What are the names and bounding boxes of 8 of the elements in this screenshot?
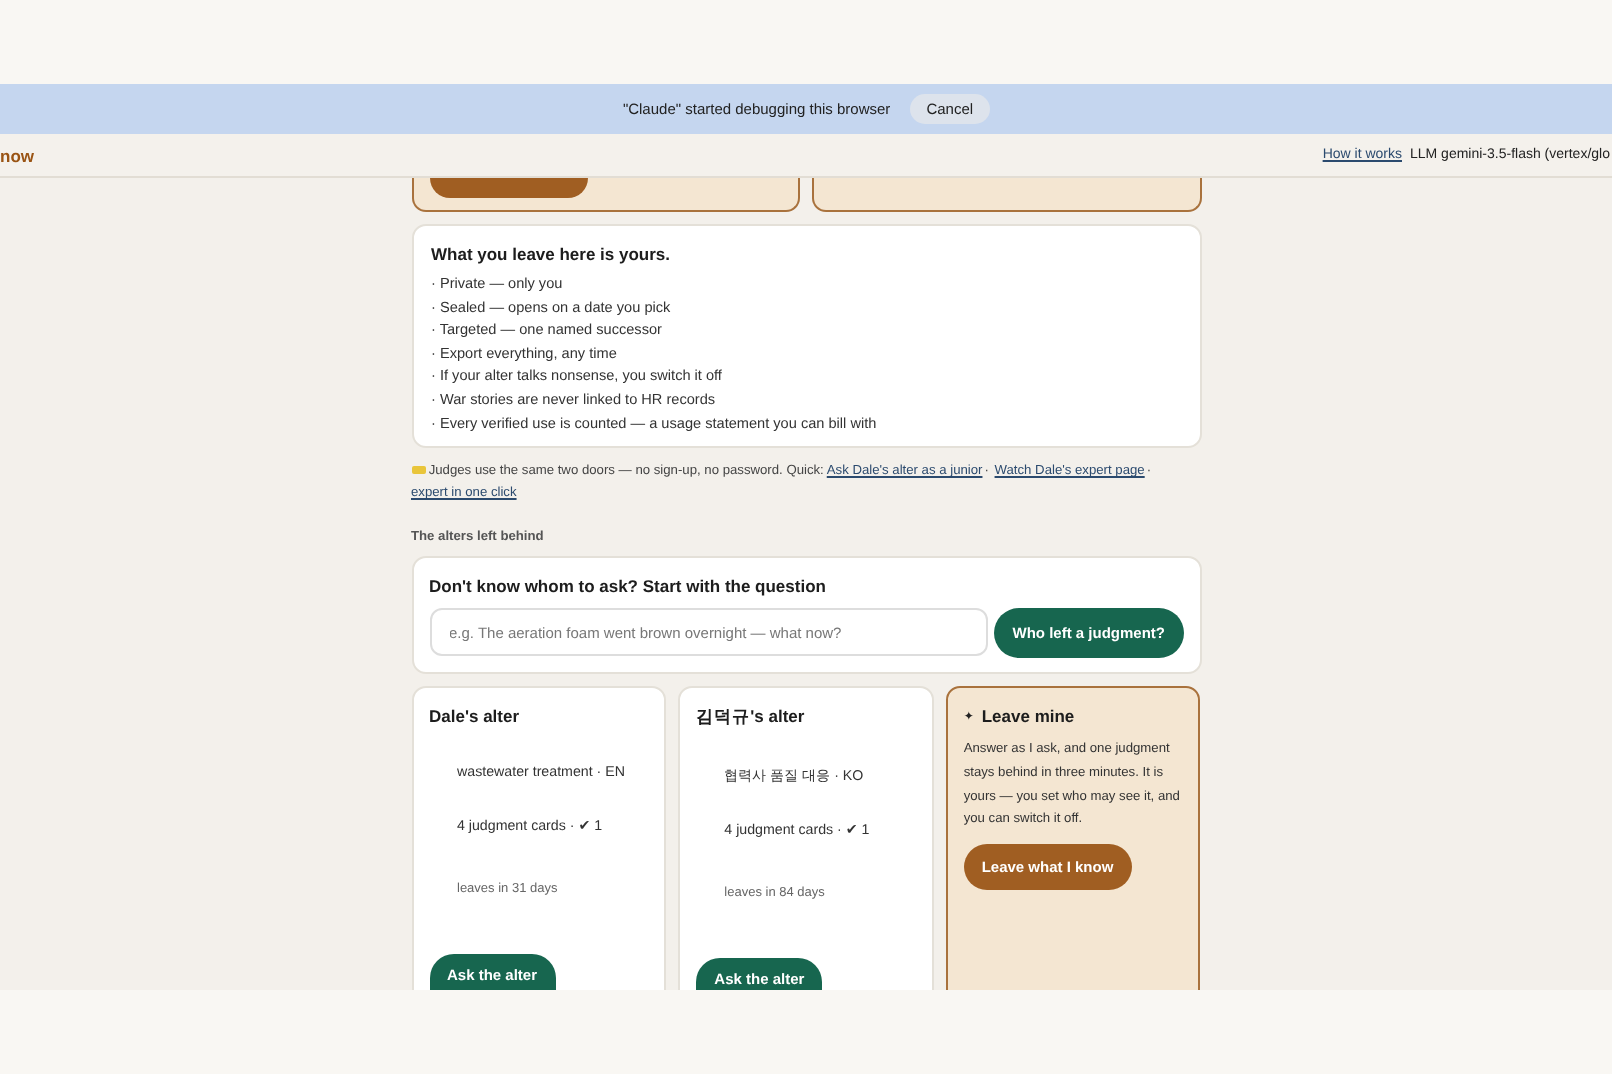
alter-name: Dale's alter [429, 706, 522, 727]
promises-title: What you leave here is yours. [431, 244, 673, 264]
question-title: Don't know whom to ask? Start with the question [429, 576, 828, 597]
flag-icon [411, 466, 425, 475]
invite-title: Leave mine [981, 706, 1075, 727]
action-button[interactable] [429, 178, 587, 198]
alter-name: 김덕규's alter [696, 706, 807, 731]
brand-text: now [0, 145, 34, 165]
